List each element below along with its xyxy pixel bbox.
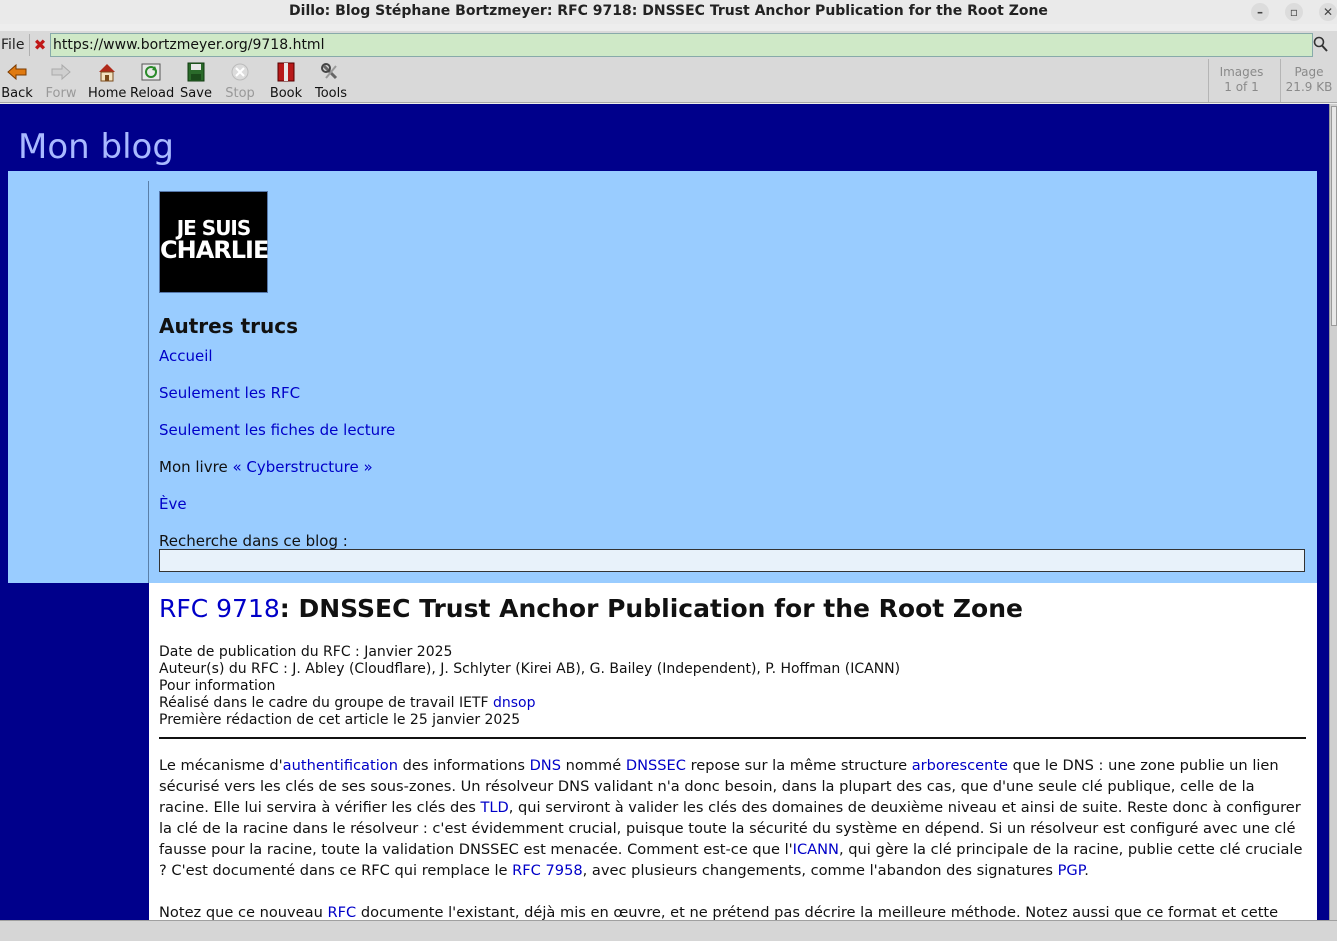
inline-link[interactable]: RFC — [328, 904, 357, 920]
article-title-text: : DNSSEC Trust Anchor Publication for th… — [279, 594, 1023, 623]
page-size-status: Page 21.9 KB — [1280, 59, 1337, 102]
bookmarks-label: Book — [269, 86, 303, 101]
page-viewport: Mon blog JE SUIS CHARLIE Autres trucs Ac… — [0, 104, 1329, 920]
logo-line-2: CHARLIE — [160, 236, 269, 264]
inline-link[interactable]: TLD — [480, 799, 508, 816]
tools-icon — [321, 63, 338, 80]
paragraph-text: Notez que ce nouveau — [159, 904, 328, 920]
meta-date: Date de publication du RFC : Janvier 202… — [159, 644, 453, 660]
paragraph-text: . — [1084, 862, 1089, 879]
sidebar-link-cyberstructure[interactable]: « Cyberstructure » — [232, 458, 372, 476]
images-status: Images 1 of 1 — [1208, 59, 1274, 102]
paragraph-text: des informations — [397, 757, 530, 774]
inline-link[interactable]: DNS — [530, 757, 561, 774]
window-title: Dillo: Blog Stéphane Bortzmeyer: RFC 971… — [289, 3, 1048, 19]
inline-link[interactable]: DNSSEC — [626, 757, 686, 774]
save-disk-icon — [187, 62, 205, 82]
paragraph-text: Le mécanisme d' — [159, 757, 283, 774]
meta-wg-prefix: Réalisé dans le cadre du groupe de trava… — [159, 695, 489, 711]
meta-authors: Auteur(s) du RFC : J. Abley (Cloudflare)… — [159, 661, 901, 677]
sidebar-link-rfc[interactable]: Seulement les RFC — [159, 384, 300, 402]
toolbar: Back Forw Home Reload Save Stop Book Too… — [0, 59, 1337, 103]
sidebar-link-accueil[interactable]: Accueil — [159, 347, 213, 365]
url-input[interactable]: https://www.bortzmeyer.org/9718.html — [50, 33, 1313, 57]
back-arrow-icon — [7, 63, 27, 81]
images-status-value: 1 of 1 — [1224, 80, 1259, 94]
sidebar-link-eve[interactable]: Ève — [159, 495, 187, 513]
sidebar-link-fiches[interactable]: Seulement les fiches de lecture — [159, 421, 395, 439]
inline-link[interactable]: arborescente — [912, 757, 1008, 774]
forward-button[interactable]: Forw — [44, 62, 78, 102]
je-suis-charlie-logo: JE SUIS CHARLIE — [159, 191, 269, 293]
blog-search-input[interactable] — [159, 549, 1305, 572]
scrollbar-thumb[interactable] — [1331, 106, 1337, 326]
tools-label: Tools — [314, 86, 348, 101]
inline-link[interactable]: RFC 7958 — [512, 862, 583, 879]
paragraph-text: nommé — [560, 757, 626, 774]
meta-status: Pour information — [159, 678, 276, 694]
article-paragraph-2: Notez que ce nouveau RFC documente l'exi… — [159, 902, 1309, 920]
article-paragraph-1: Le mécanisme d'authentification des info… — [159, 755, 1309, 881]
images-status-label: Images — [1219, 65, 1264, 79]
article-meta: Date de publication du RFC : Janvier 202… — [159, 644, 900, 729]
meta-wg: Réalisé dans le cadre du groupe de trava… — [159, 695, 900, 712]
sidebar: JE SUIS CHARLIE Autres trucs Accueil Seu… — [8, 171, 1317, 583]
page-size-label: Page — [1294, 65, 1324, 79]
location-bar: File ✖ https://www.bortzmeyer.org/9718.h… — [0, 31, 1337, 59]
home-icon — [99, 64, 115, 82]
paragraph-text: , avec plusieurs changements, comme l'ab… — [582, 862, 1058, 879]
vertical-scrollbar[interactable] — [1329, 104, 1337, 920]
stop-label: Stop — [225, 86, 255, 101]
rfc-number-link[interactable]: RFC 9718 — [159, 594, 280, 623]
status-bar — [0, 920, 1337, 941]
inline-link[interactable]: authentification — [283, 757, 398, 774]
search-label: Recherche dans ce blog : — [159, 532, 348, 550]
maximize-icon[interactable]: ▫ — [1285, 3, 1303, 21]
home-button[interactable]: Home — [88, 62, 126, 102]
back-button[interactable]: Back — [0, 62, 34, 102]
reload-button[interactable]: Reload — [130, 62, 175, 102]
save-button[interactable]: Save — [178, 62, 214, 102]
file-menu-button[interactable]: File — [0, 34, 30, 56]
reload-icon — [141, 63, 161, 81]
save-label: Save — [180, 86, 212, 101]
book-icon — [277, 62, 295, 82]
sidebar-divider — [148, 181, 149, 583]
sidebar-book-prefix: Mon livre — [159, 458, 228, 476]
clear-url-icon[interactable]: ✖ — [32, 35, 48, 55]
sidebar-heading: Autres trucs — [159, 314, 298, 338]
back-label: Back — [1, 86, 33, 101]
tools-button[interactable]: Tools — [312, 62, 350, 102]
page-size-value: 21.9 KB — [1285, 80, 1333, 94]
stop-icon — [231, 63, 249, 81]
meta-first-draft: Première rédaction de cet article le 25 … — [159, 712, 521, 728]
search-icon[interactable] — [1313, 35, 1331, 55]
article-divider — [159, 737, 1306, 739]
home-label: Home — [88, 86, 127, 101]
bookmarks-button[interactable]: Book — [268, 62, 304, 102]
close-icon[interactable]: ✕ — [1319, 3, 1337, 21]
stop-button[interactable]: Stop — [222, 62, 258, 102]
sidebar-book-line: Mon livre « Cyberstructure » — [159, 458, 373, 476]
window-titlebar: Dillo: Blog Stéphane Bortzmeyer: RFC 971… — [0, 0, 1337, 24]
article: RFC 9718: DNSSEC Trust Anchor Publicatio… — [149, 583, 1317, 920]
minimize-icon[interactable]: – — [1251, 3, 1269, 21]
reload-label: Reload — [130, 86, 175, 101]
forward-arrow-icon — [51, 63, 71, 81]
paragraph-text: repose sur la même structure — [685, 757, 912, 774]
site-title: Mon blog — [18, 127, 174, 167]
forward-label: Forw — [45, 86, 77, 101]
article-title: RFC 9718: DNSSEC Trust Anchor Publicatio… — [159, 594, 1023, 623]
inline-link[interactable]: ICANN — [793, 841, 839, 858]
wg-dnsop-link[interactable]: dnsop — [493, 695, 536, 711]
inline-link[interactable]: PGP — [1058, 862, 1085, 879]
